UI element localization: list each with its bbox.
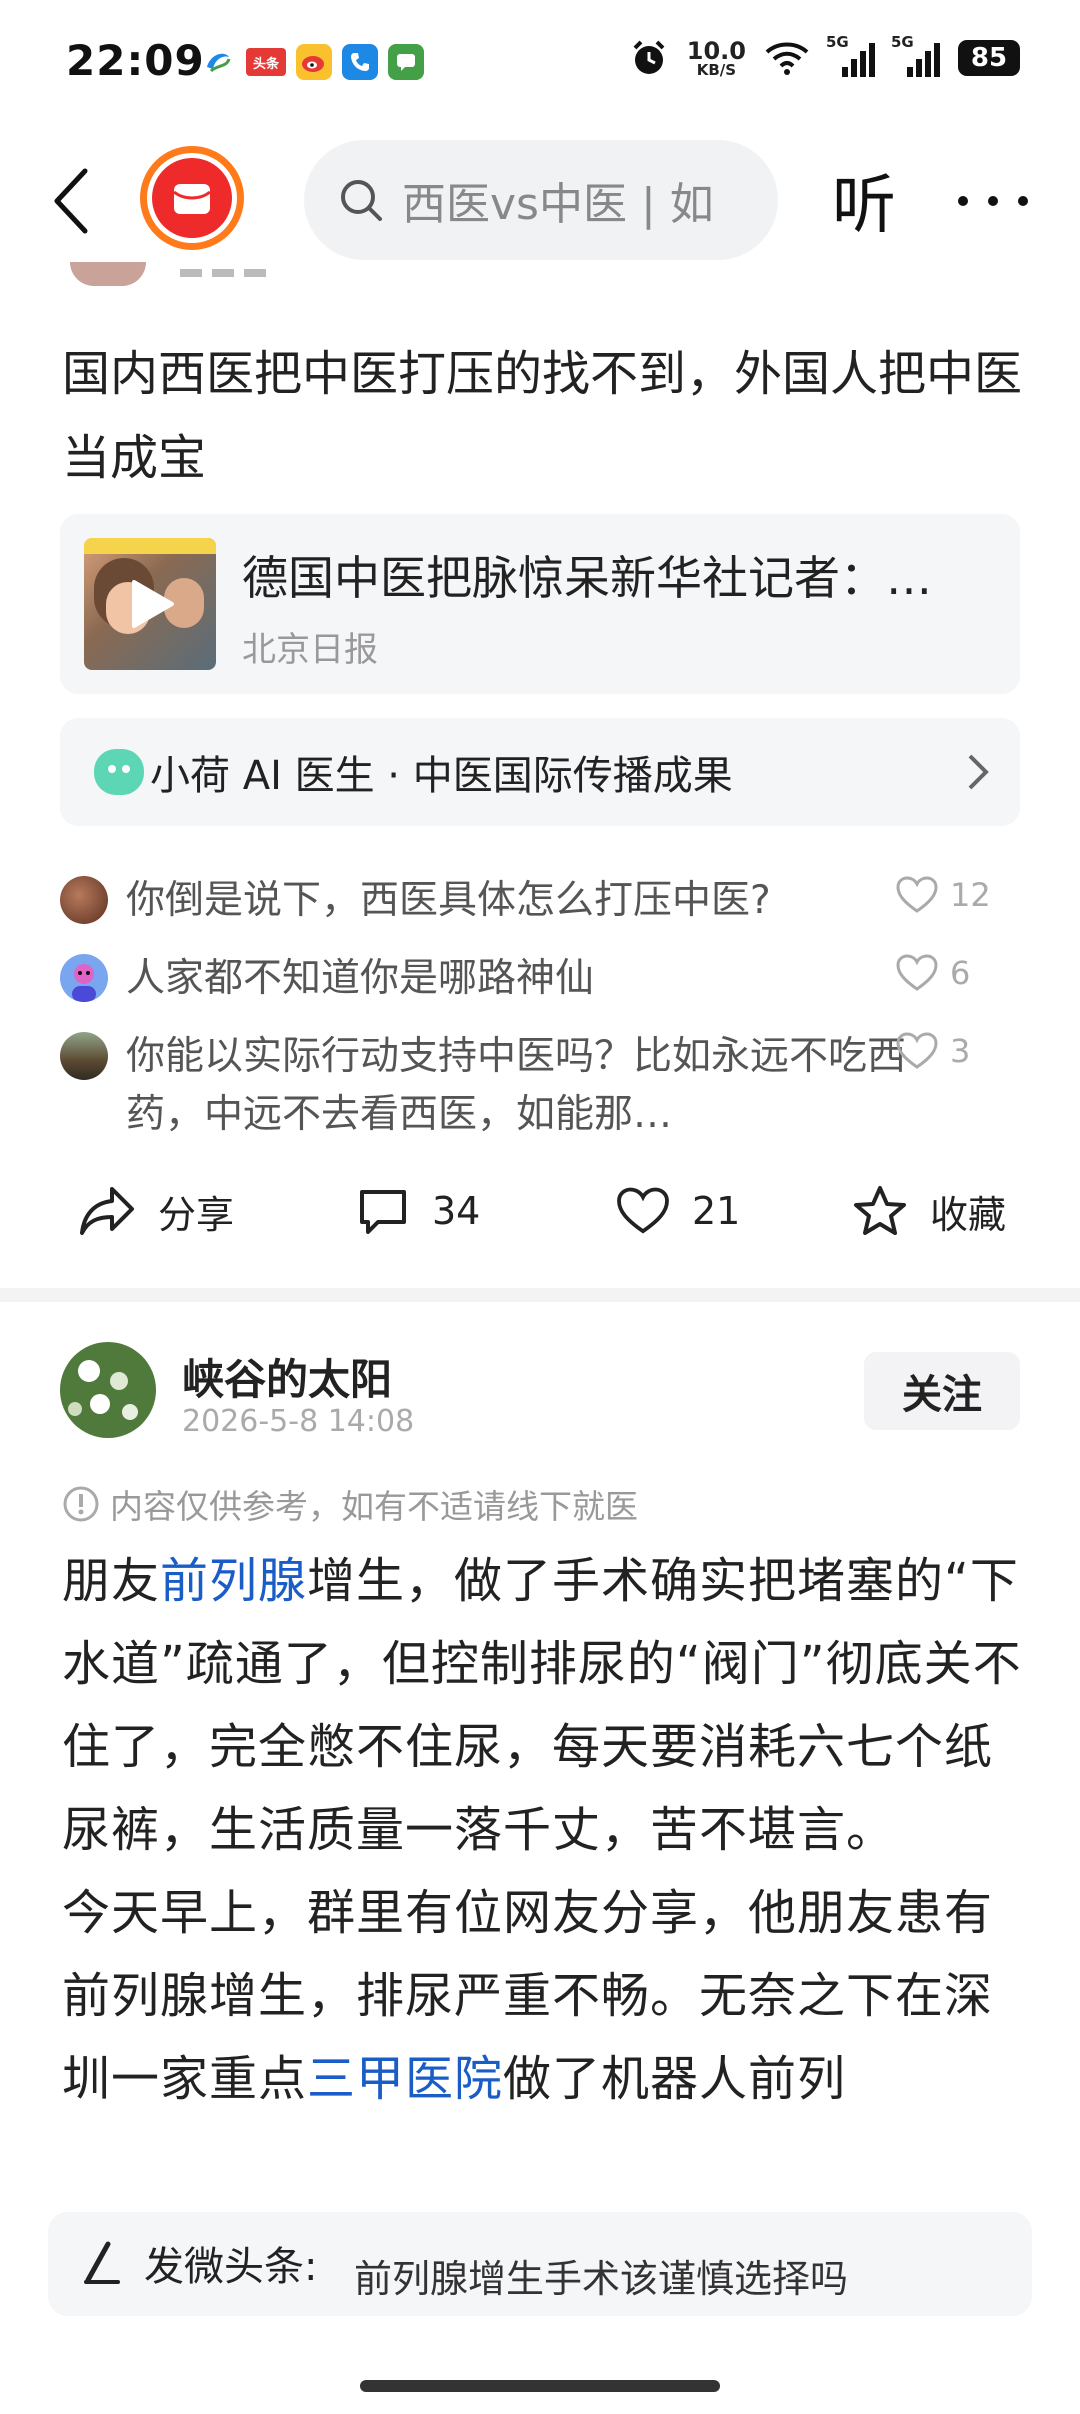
china-mobile-icon	[200, 44, 236, 80]
link-card-source: 北京日报	[242, 630, 378, 670]
ai-doctor-label: 小荷 AI 医生 · 中医国际传播成果	[150, 753, 733, 799]
comment-like-count: 6	[950, 954, 971, 992]
search-input[interactable]: 西医vs中医 | 如	[304, 140, 778, 260]
post1-author-avatar[interactable]	[70, 262, 146, 286]
chevron-right-icon	[968, 754, 989, 790]
commenter-avatar[interactable]	[60, 954, 108, 1002]
logo-inner	[152, 158, 232, 238]
follow-button[interactable]: 关注	[864, 1352, 1020, 1430]
notification-icons: 头条	[200, 44, 424, 80]
post2-body[interactable]: 朋友前列腺增生，做了手术确实把堵塞的“下水道”疏通了，但控制排尿的“阀门”彻底关…	[62, 1540, 1022, 2121]
compose-bar[interactable]: 发微头条: 前列腺增生手术该谨慎选择吗	[48, 2212, 1032, 2316]
commenter-avatar[interactable]	[60, 1032, 108, 1080]
home-indicator[interactable]	[360, 2380, 720, 2392]
more-options-icon[interactable]	[958, 166, 1028, 236]
feed-divider	[0, 1288, 1080, 1302]
like-button[interactable]: 21	[616, 1166, 740, 1256]
favorite-button[interactable]: 收藏	[852, 1166, 1006, 1256]
back-arrow-icon	[54, 168, 88, 234]
compose-suggestion: 前列腺增生手术该谨慎选择吗	[354, 2257, 849, 2301]
compose-label: 发微头条:	[144, 2244, 318, 2290]
app-logo[interactable]	[140, 146, 244, 250]
comment-text: 人家都不知道你是哪路神仙	[126, 956, 595, 1001]
signal-sim2-icon: 5G	[891, 33, 940, 77]
battery-indicator: 85	[958, 40, 1020, 76]
toutiao-badge: 头条	[252, 56, 279, 72]
ai-doctor-icon	[94, 749, 144, 795]
weibo-icon	[296, 44, 332, 80]
commenter-avatar[interactable]	[60, 876, 108, 924]
comment-like[interactable]: 6	[896, 954, 970, 992]
compose-pen-icon	[84, 2241, 120, 2284]
red-packet-icon	[173, 184, 211, 214]
back-button[interactable]	[46, 166, 96, 236]
share-label: 分享	[158, 1192, 235, 1237]
share-button[interactable]: 分享	[78, 1166, 234, 1256]
author-avatar[interactable]	[60, 1342, 156, 1438]
post-timestamp: 2026-5-8 14:08	[182, 1404, 415, 1439]
status-bar: 22:09 头条 10.0 KB/S 5G 5G 85	[0, 0, 1080, 120]
wifi-icon	[765, 42, 809, 75]
listen-button[interactable]: 听	[832, 154, 896, 246]
signal-sim1-icon: 5G	[826, 33, 875, 77]
news-link-card[interactable]: 德国中医把脉惊呆新华社记者：… 北京日报	[60, 514, 1020, 694]
heart-icon	[896, 954, 938, 991]
author-name[interactable]: 峡谷的太阳	[182, 1346, 392, 1407]
video-thumbnail	[84, 538, 216, 670]
post1-action-bar: 分享 34 21 收藏	[0, 1166, 1080, 1256]
status-indicators: 10.0 KB/S 5G 5G 85	[629, 33, 1020, 78]
ai-doctor-bar[interactable]: 小荷 AI 医生 · 中医国际传播成果	[60, 718, 1020, 826]
keyword-link-hospital[interactable]: 三甲医院	[307, 2051, 503, 2107]
comment-count: 34	[432, 1189, 481, 1233]
comment-like[interactable]: 3	[896, 1032, 970, 1070]
comment-button[interactable]: 34	[356, 1166, 480, 1256]
top-nav: 西医vs中医 | 如 听	[0, 130, 1080, 270]
star-icon	[854, 1186, 906, 1235]
body-text: 朋友	[62, 1553, 161, 1609]
play-icon	[132, 580, 174, 628]
comment-like-count: 3	[950, 1032, 971, 1070]
search-query: 西医vs中医 | 如	[402, 179, 714, 230]
messages-icon	[388, 44, 424, 80]
link-card-title: 德国中医把脉惊呆新华社记者：…	[242, 551, 932, 605]
search-icon	[341, 180, 382, 221]
post1-author-info	[180, 262, 290, 282]
body-text: 做了机器人前列	[503, 2051, 847, 2107]
alarm-icon	[633, 40, 665, 74]
status-time: 22:09	[66, 36, 205, 85]
sim2-label: 5G	[891, 33, 914, 51]
like-count: 21	[692, 1189, 741, 1233]
share-icon	[80, 1187, 134, 1235]
comment-like[interactable]: 12	[896, 876, 991, 914]
disclaimer-text: 内容仅供参考，如有不适请线下就医	[110, 1487, 638, 1526]
keyword-link-prostate[interactable]: 前列腺	[160, 1553, 307, 1609]
network-speed: 10.0 KB/S	[687, 39, 746, 78]
medical-disclaimer: 内容仅供参考，如有不适请线下就医	[62, 1480, 638, 1528]
network-speed-unit: KB/S	[696, 60, 737, 79]
post1-text[interactable]: 国内西医把中医打压的找不到，外国人把中医当成宝	[62, 332, 1022, 500]
heart-icon	[617, 1187, 669, 1234]
comment-text: 你能以实际行动支持中医吗？比如永远不吃西药，中远不去看西医，如能那…	[126, 1034, 906, 1137]
toutiao-icon: 头条	[246, 48, 286, 76]
sim1-label: 5G	[826, 33, 849, 51]
comment-icon	[360, 1190, 406, 1234]
favorite-label: 收藏	[930, 1192, 1007, 1237]
heart-icon	[896, 1032, 938, 1069]
comment-text: 你倒是说下，西医具体怎么打压中医?	[126, 878, 771, 923]
network-speed-value: 10.0	[686, 36, 746, 65]
comment-like-count: 12	[950, 876, 991, 914]
heart-icon	[896, 876, 938, 913]
phone-app-icon	[342, 44, 378, 80]
info-icon	[63, 1486, 99, 1522]
